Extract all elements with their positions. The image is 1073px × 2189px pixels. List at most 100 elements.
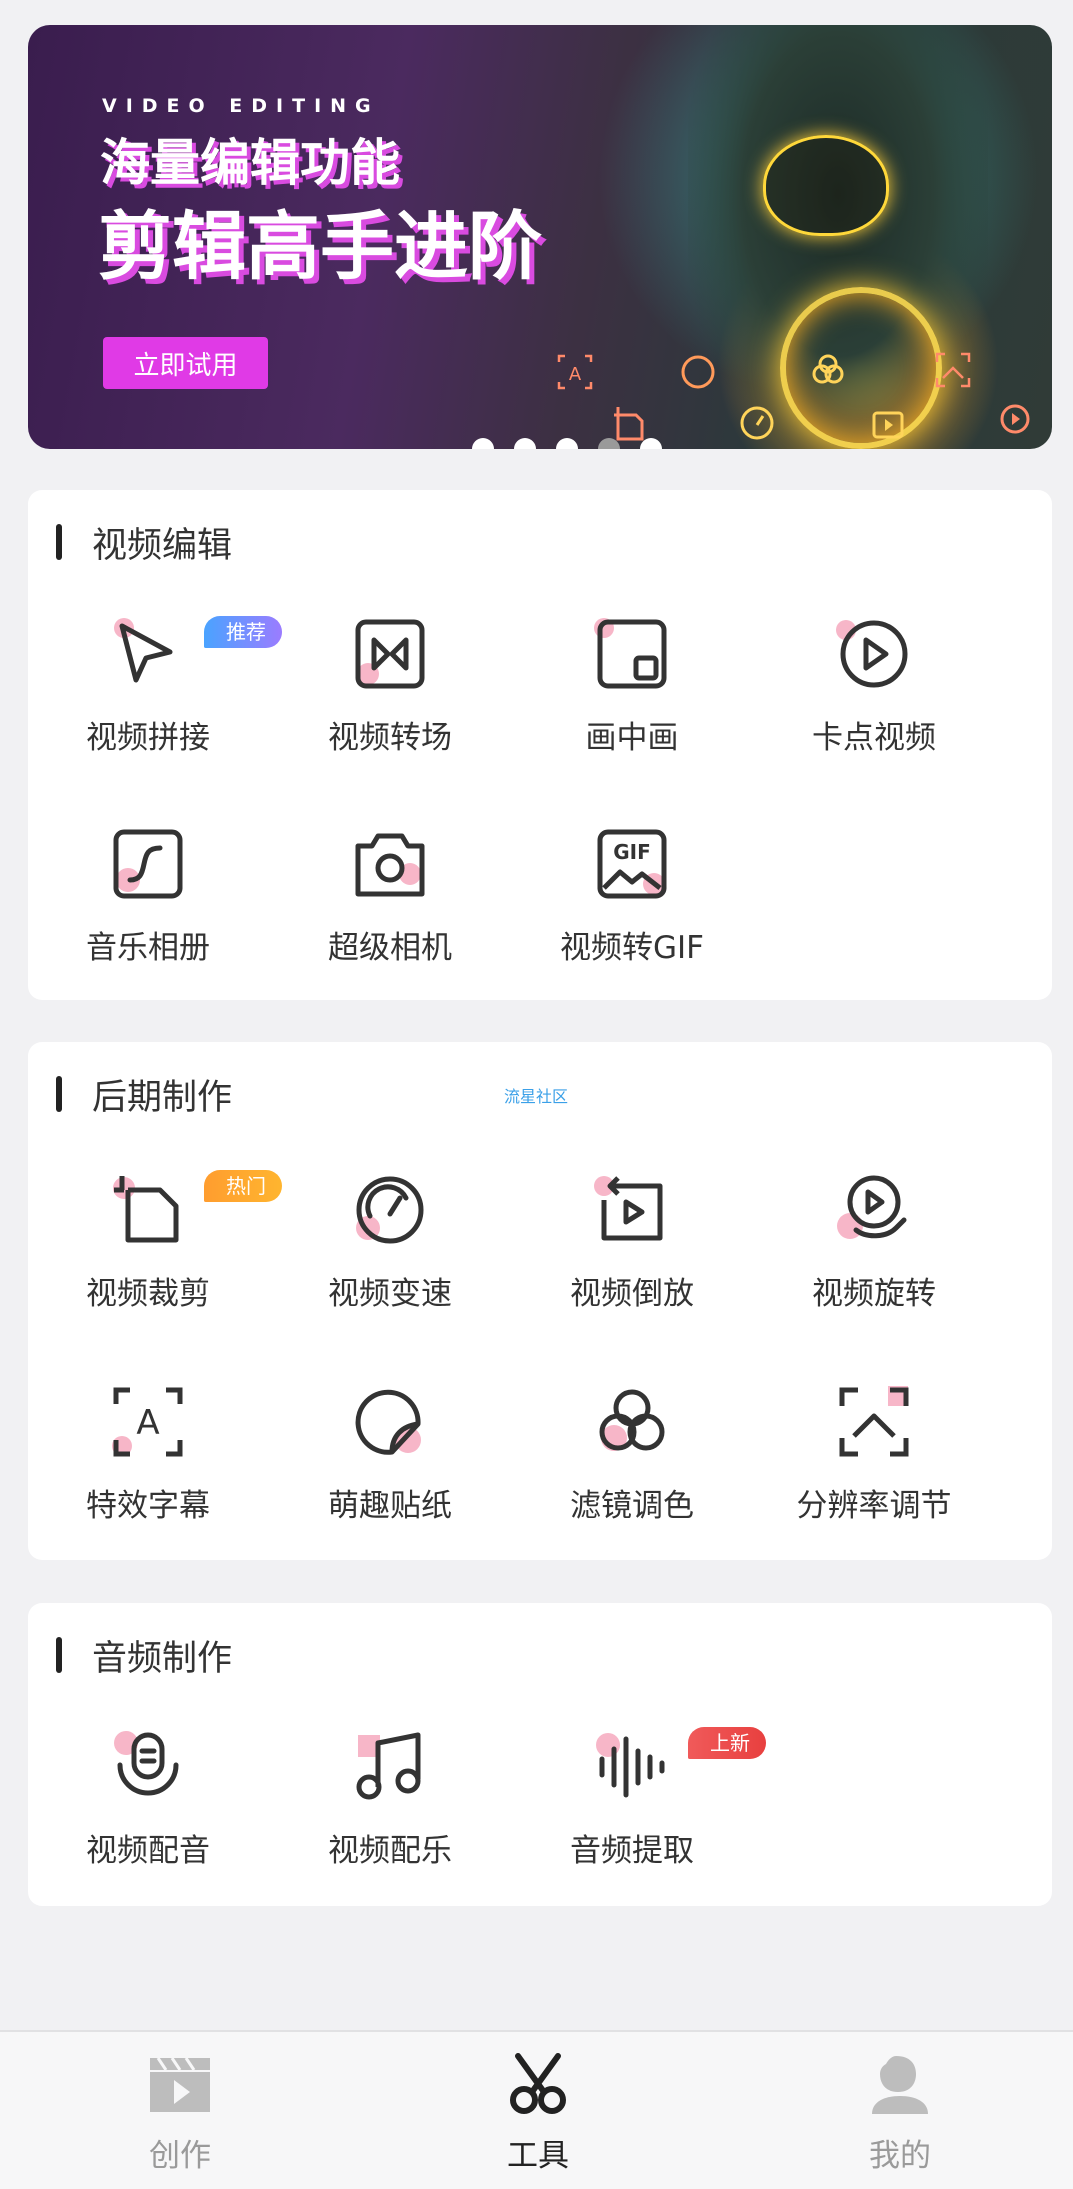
music-note-icon bbox=[356, 1732, 421, 1800]
tool-label: 视频配音 bbox=[86, 1833, 210, 1869]
tool-video-dubbing[interactable]: 视频配音 bbox=[28, 1729, 268, 1879]
tool-video-splice[interactable]: 推荐 视频拼接 bbox=[28, 616, 282, 766]
tool-label: 超级相机 bbox=[328, 930, 452, 966]
tool-label: 视频配乐 bbox=[328, 1833, 452, 1869]
scissors-icon bbox=[510, 2053, 566, 2114]
try-now-button[interactable]: 立即试用 bbox=[103, 337, 268, 389]
carousel-dot[interactable] bbox=[640, 438, 662, 449]
tool-label: 视频旋转 bbox=[812, 1276, 936, 1312]
tool-label: 视频转GIF bbox=[560, 930, 704, 966]
tool-beat-video[interactable]: 卡点视频 bbox=[754, 616, 994, 766]
tool-video-rotate[interactable]: 视频旋转 bbox=[754, 1172, 994, 1322]
video-edit-section: 视频编辑 推荐 视频拼接 视频转场 画中画 卡点视频 音乐相册 超级相机 GIF… bbox=[28, 490, 1052, 1000]
reverse-play-icon bbox=[594, 1176, 663, 1241]
waveform-icon bbox=[596, 1733, 665, 1798]
nav-item-create[interactable]: 创作 bbox=[80, 2032, 280, 2189]
tool-label: 萌趣贴纸 bbox=[328, 1488, 452, 1524]
tool-video-speed[interactable]: 视频变速 bbox=[270, 1172, 510, 1322]
tool-super-camera[interactable]: 超级相机 bbox=[270, 826, 510, 976]
tool-label: 视频拼接 bbox=[86, 720, 210, 756]
tool-video-reverse[interactable]: 视频倒放 bbox=[512, 1172, 752, 1322]
svg-text:A: A bbox=[136, 1403, 159, 1443]
tool-video-crop[interactable]: 热门 视频裁剪 bbox=[28, 1170, 282, 1322]
section-title-bar bbox=[56, 1637, 62, 1673]
section-title-bar bbox=[56, 1076, 62, 1112]
gif-icon: GIF bbox=[597, 829, 667, 899]
carousel-dot[interactable] bbox=[514, 438, 536, 449]
play-cursor-icon bbox=[114, 618, 173, 683]
tool-label: 视频转场 bbox=[328, 720, 452, 756]
tool-label: 分辨率调节 bbox=[796, 1488, 952, 1524]
section-title-bar bbox=[56, 524, 62, 560]
picture-in-picture-icon bbox=[594, 618, 667, 689]
section-title-text: 音频制作 bbox=[92, 1638, 233, 1679]
filter-icon bbox=[812, 354, 844, 384]
section-title: 视频编辑 bbox=[56, 518, 232, 566]
resolution-icon bbox=[839, 1386, 909, 1457]
tool-video-music[interactable]: 视频配乐 bbox=[270, 1729, 510, 1879]
speedometer-icon bbox=[740, 406, 774, 440]
nav-item-mine[interactable]: 我的 bbox=[800, 2032, 1000, 2189]
promo-banner[interactable]: VIDEO EDITING 海量编辑功能 剪辑高手进阶 立即试用 A bbox=[28, 25, 1052, 449]
tool-video-transition[interactable]: 视频转场 bbox=[270, 616, 510, 766]
post-production-section: 后期制作 热门 视频裁剪 视频变速 视频倒放 视频旋转 A 特效字幕 萌趣贴纸 … bbox=[28, 1042, 1052, 1560]
tool-audio-extract[interactable]: 上新 音频提取 bbox=[512, 1727, 766, 1879]
camera-icon bbox=[355, 833, 425, 897]
tool-label: 音乐相册 bbox=[86, 930, 210, 966]
sticker-icon bbox=[681, 355, 715, 389]
tool-label: 特效字幕 bbox=[86, 1488, 210, 1524]
tool-video-to-gif[interactable]: GIF 视频转GIF bbox=[512, 826, 752, 976]
banner-title-line1: 海量编辑功能 bbox=[100, 134, 400, 192]
rotate-icon bbox=[1000, 404, 1030, 434]
filter-icon bbox=[599, 1389, 665, 1451]
tool-music-album[interactable]: 音乐相册 bbox=[28, 826, 268, 976]
svg-text:GIF: GIF bbox=[613, 840, 651, 864]
carousel-dot[interactable] bbox=[472, 438, 494, 449]
banner-subtitle: VIDEO EDITING bbox=[102, 95, 380, 117]
tool-resolution[interactable]: 分辨率调节 bbox=[754, 1384, 994, 1534]
crop-icon bbox=[113, 1176, 179, 1243]
tool-label: 音频提取 bbox=[570, 1833, 694, 1869]
audio-section: 音频制作 视频配音 视频配乐 上新 音频提取 bbox=[28, 1603, 1052, 1906]
carousel-dot-active[interactable] bbox=[598, 438, 620, 449]
banner-title-line2: 剪辑高手进阶 bbox=[98, 204, 542, 290]
section-title: 音频制作 bbox=[56, 1631, 232, 1679]
resolution-icon bbox=[935, 352, 971, 388]
nav-item-tools[interactable]: 工具 bbox=[438, 2032, 638, 2189]
transition-icon bbox=[355, 619, 425, 689]
tool-label: 滤镜调色 bbox=[570, 1488, 694, 1524]
nav-label: 工具 bbox=[507, 2138, 569, 2174]
new-badge: 上新 bbox=[688, 1727, 766, 1759]
user-icon bbox=[872, 2056, 928, 2114]
crop-icon bbox=[614, 407, 644, 441]
music-album-icon bbox=[113, 829, 183, 899]
banner-glow-ring bbox=[780, 287, 942, 449]
section-title-text: 视频编辑 bbox=[92, 525, 233, 566]
banner-glowing-mask bbox=[763, 135, 889, 236]
carousel-dot[interactable] bbox=[556, 438, 578, 449]
section-title-text: 后期制作 bbox=[92, 1077, 233, 1118]
microphone-icon bbox=[114, 1731, 179, 1796]
play-circle-icon bbox=[836, 620, 908, 688]
sticker-icon bbox=[355, 1389, 421, 1455]
nav-label: 我的 bbox=[869, 2138, 931, 2174]
rotate-icon bbox=[837, 1175, 907, 1239]
tool-stickers[interactable]: 萌趣贴纸 bbox=[270, 1384, 510, 1534]
tool-filter-color[interactable]: 滤镜调色 bbox=[512, 1384, 752, 1534]
subtitle-icon: A bbox=[557, 354, 593, 390]
tool-label: 视频裁剪 bbox=[86, 1276, 210, 1312]
speedometer-icon bbox=[356, 1176, 424, 1244]
subtitle-icon: A bbox=[112, 1387, 183, 1457]
tool-label: 画中画 bbox=[585, 720, 679, 756]
tool-picture-in-picture[interactable]: 画中画 bbox=[512, 616, 752, 766]
svg-text:A: A bbox=[569, 364, 582, 385]
bottom-nav: 创作 工具 我的 bbox=[0, 2030, 1073, 2189]
tool-label: 视频倒放 bbox=[570, 1276, 694, 1312]
clapperboard-icon bbox=[150, 2057, 210, 2112]
tool-label: 视频变速 bbox=[328, 1276, 452, 1312]
tool-subtitle-effects[interactable]: A 特效字幕 bbox=[28, 1384, 268, 1534]
tool-label: 卡点视频 bbox=[812, 720, 936, 756]
watermark-text: 流星社区 bbox=[504, 1087, 569, 1106]
reverse-play-icon bbox=[872, 411, 904, 439]
carousel-indicator[interactable] bbox=[472, 438, 662, 449]
